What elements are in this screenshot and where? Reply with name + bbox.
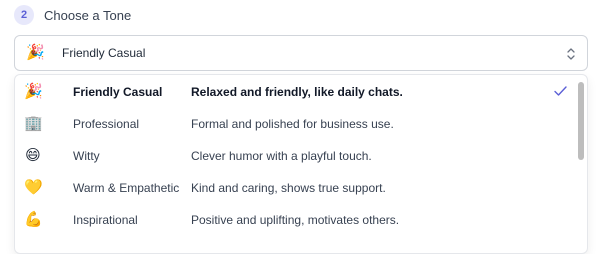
option-friendly-casual[interactable]: 🎉 Friendly Casual Relaxed and friendly, … bbox=[15, 76, 575, 108]
chevron-up-down-icon bbox=[567, 48, 575, 60]
flexed-biceps-icon: 💪 bbox=[24, 211, 43, 228]
option-description: Positive and uplifting, motivates others… bbox=[191, 213, 400, 227]
option-professional[interactable]: 🏢 Professional Formal and polished for b… bbox=[15, 108, 575, 140]
option-description: Clever humor with a playful touch. bbox=[191, 149, 372, 163]
party-popper-icon: 🎉 bbox=[24, 83, 43, 100]
option-name: Witty bbox=[73, 149, 100, 163]
checkmark-icon bbox=[554, 86, 567, 96]
step-header: 2 Choose a Tone bbox=[14, 5, 131, 25]
option-name: Warm & Empathetic bbox=[73, 181, 180, 195]
step-title: Choose a Tone bbox=[44, 7, 132, 23]
option-description: Kind and caring, shows true support. bbox=[191, 181, 386, 195]
menu-scrollbar[interactable] bbox=[578, 82, 584, 160]
selected-tone-value: Friendly Casual bbox=[62, 46, 146, 60]
option-witty[interactable]: 😄 Witty Clever humor with a playful touc… bbox=[15, 140, 575, 172]
party-popper-icon: 🎉 bbox=[26, 44, 45, 61]
yellow-heart-icon: 💛 bbox=[24, 179, 43, 196]
tone-select[interactable]: 🎉 Friendly Casual bbox=[14, 35, 588, 71]
office-building-icon: 🏢 bbox=[24, 115, 43, 132]
step-number-badge: 2 bbox=[14, 5, 34, 25]
option-name: Professional bbox=[73, 117, 140, 131]
option-name: Friendly Casual bbox=[73, 85, 163, 99]
option-description: Relaxed and friendly, like daily chats. bbox=[191, 85, 403, 99]
option-name: Inspirational bbox=[73, 213, 138, 227]
option-warm-empathetic[interactable]: 💛 Warm & Empathetic Kind and caring, sho… bbox=[15, 172, 575, 204]
option-inspirational[interactable]: 💪 Inspirational Positive and uplifting, … bbox=[15, 204, 575, 236]
tone-options-listbox[interactable]: 🎉 Friendly Casual Relaxed and friendly, … bbox=[14, 74, 588, 254]
grinning-face-icon: 😄 bbox=[25, 147, 41, 164]
option-description: Formal and polished for business use. bbox=[191, 117, 394, 131]
